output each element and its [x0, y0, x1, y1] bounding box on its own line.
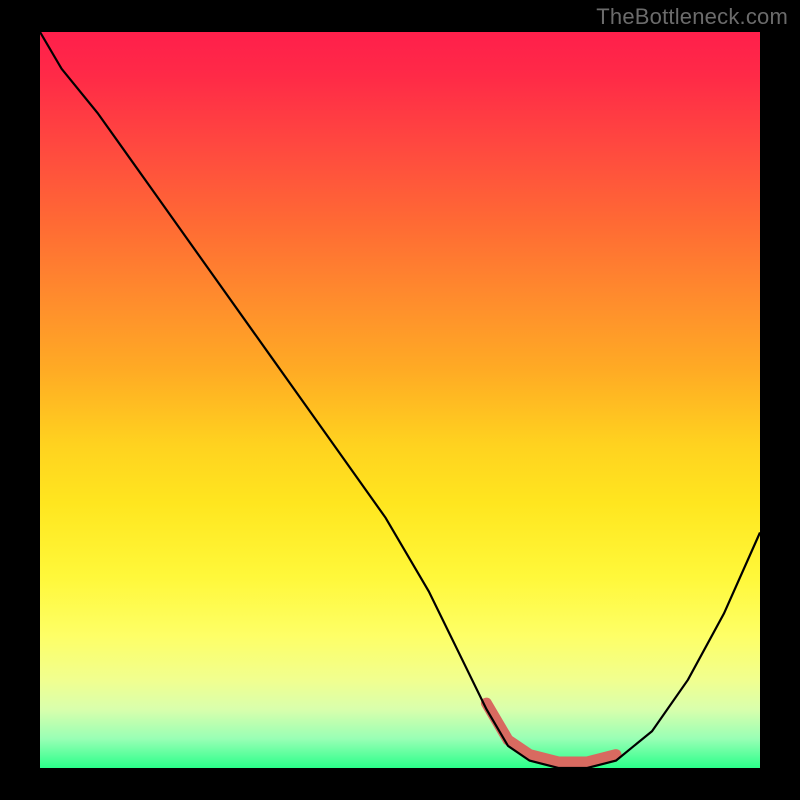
chart-svg: [40, 32, 760, 768]
optimal-range-highlight: [486, 703, 616, 762]
watermark-text: TheBottleneck.com: [596, 4, 788, 30]
bottleneck-chart: [40, 32, 760, 768]
bottleneck-curve-line: [40, 32, 760, 768]
